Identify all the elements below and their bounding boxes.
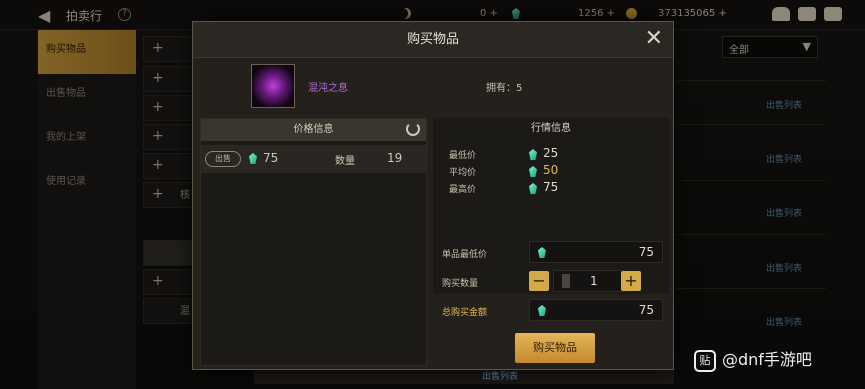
- stat-value-min: 25: [543, 146, 559, 160]
- buy-button[interactable]: 购买物品: [515, 333, 595, 363]
- market-info-panel: 行情信息 最低价 25 平均价 50 最高价 75: [433, 118, 669, 294]
- auction-screen: ◀ 拍卖行 ? 0 + 1256 + 373135065 + 购买物品 出售物品…: [0, 0, 865, 389]
- unit-price-field: 75: [529, 241, 663, 263]
- gem-icon: [538, 305, 546, 316]
- buy-item-dialog: 购买物品 ✕ 混沌之息 拥有：5 价格信息 出售 75 数量 19 行情信息 最…: [192, 21, 674, 370]
- stat-label-min: 最低价: [449, 151, 477, 161]
- quantity-slider-knob[interactable]: [562, 274, 570, 288]
- owned-count: 拥有：5: [486, 83, 523, 94]
- stat-label-max: 最高价: [449, 185, 477, 195]
- listing-qty: 19: [387, 151, 403, 165]
- quantity-input[interactable]: 1: [553, 270, 625, 292]
- watermark-text: @dnf手游吧: [722, 350, 812, 369]
- tieba-logo-icon: 贴: [694, 349, 716, 372]
- dialog-title: 购买物品: [193, 22, 673, 58]
- gem-icon: [529, 183, 537, 194]
- unit-price-label: 单品最低价: [442, 250, 488, 260]
- item-name: 混沌之息: [308, 83, 348, 94]
- gem-icon: [529, 166, 537, 177]
- stat-value-max: 75: [543, 180, 559, 194]
- price-info-header: 价格信息: [201, 119, 426, 141]
- market-info-title: 行情信息: [531, 123, 571, 134]
- sell-tag: 出售: [205, 151, 241, 167]
- item-icon: [251, 64, 295, 108]
- increase-button[interactable]: +: [621, 271, 641, 291]
- listing-price: 75: [263, 151, 279, 165]
- gem-icon: [249, 153, 257, 164]
- listing-row[interactable]: 出售 75 数量 19: [201, 145, 426, 173]
- watermark: 贴 @dnf手游吧: [694, 346, 812, 372]
- bottom-list-bar: [254, 368, 674, 384]
- sell-list-link[interactable]: 出售列表: [482, 369, 518, 382]
- stat-value-avg: 50: [543, 163, 559, 177]
- total-value: 75: [638, 303, 654, 317]
- gem-icon: [529, 149, 537, 160]
- refresh-icon[interactable]: [406, 122, 420, 136]
- price-info-title: 价格信息: [293, 124, 334, 135]
- quantity-label: 购买数量: [442, 279, 479, 289]
- quantity-value: 1: [590, 274, 598, 288]
- unit-price-value: 75: [638, 245, 654, 259]
- decrease-button[interactable]: −: [529, 271, 549, 291]
- total-field: 75: [529, 299, 663, 321]
- listing-qty-label: 数量: [335, 156, 355, 167]
- close-icon[interactable]: ✕: [645, 27, 663, 51]
- total-label: 总购买金额: [442, 308, 488, 318]
- stat-label-avg: 平均价: [449, 168, 477, 178]
- price-info-panel: 价格信息 出售 75 数量 19: [200, 118, 427, 366]
- gem-icon: [538, 247, 546, 258]
